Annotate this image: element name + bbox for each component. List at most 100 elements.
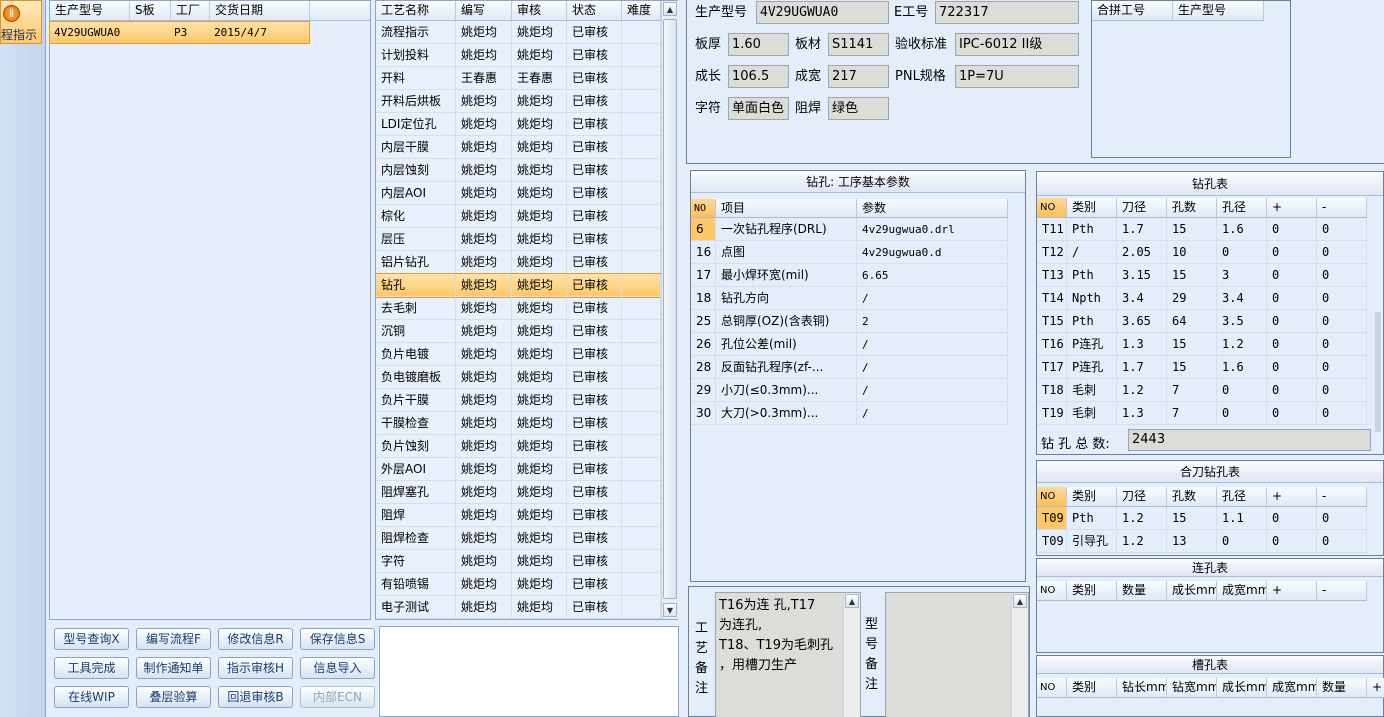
col-header[interactable]: - — [1317, 581, 1367, 600]
col-header[interactable]: 刀径 — [1117, 487, 1167, 506]
col-header[interactable]: 数量 — [1317, 678, 1367, 697]
table-row[interactable]: 4V29UGWUA0 P3 2015/4/7 — [49, 21, 310, 44]
table-row[interactable]: 负片蚀刻 姚炬均 姚炬均 已审核 — [376, 435, 661, 458]
table-row[interactable]: T18 毛刺 1.2 7 0 0 0 — [1037, 379, 1367, 402]
col-header[interactable]: 工厂 — [171, 1, 210, 20]
mask-field[interactable]: 绿色 — [828, 97, 889, 120]
col-header[interactable]: 孔径 — [1217, 487, 1267, 506]
table-row[interactable]: 开料 王春惠 王春惠 已审核 — [376, 67, 661, 90]
table-row[interactable]: 阻焊检查 姚炬均 姚炬均 已审核 — [376, 527, 661, 550]
note-scrollbar[interactable]: ▲ — [843, 593, 860, 717]
col-header[interactable]: NO — [691, 199, 716, 217]
action-button[interactable]: 信息导入 — [300, 657, 375, 679]
col-header[interactable]: NO — [1037, 678, 1067, 697]
drill-table-scrollbar[interactable] — [1375, 312, 1381, 432]
table-row[interactable]: 内层蚀刻 姚炬均 姚炬均 已审核 — [376, 159, 661, 182]
col-header[interactable]: 数量 — [1117, 581, 1167, 600]
col-header[interactable]: 类别 — [1067, 678, 1117, 697]
col-header[interactable]: 成长mm — [1217, 678, 1267, 697]
col-header[interactable]: NO — [1037, 198, 1067, 217]
message-box[interactable] — [379, 626, 679, 717]
table-row[interactable]: T14 Npth 3.4 29 3.4 0 0 — [1037, 287, 1367, 310]
action-button[interactable]: 修改信息R — [218, 628, 293, 650]
action-button[interactable]: 回退审核B — [218, 686, 293, 708]
table-row[interactable]: 层压 姚炬均 姚炬均 已审核 — [376, 228, 661, 251]
col-header[interactable]: 钻宽mm — [1167, 678, 1217, 697]
table-row[interactable]: 28 反面钻孔程序(zf-... / — [691, 356, 1008, 379]
col-header[interactable]: + — [1267, 487, 1317, 506]
pnl-field[interactable]: 1P=7U — [955, 65, 1079, 88]
model-note-field[interactable]: ▲ — [885, 592, 1029, 717]
table-row[interactable]: 25 总铜厚(OZ)(含表铜) 2 — [691, 310, 1008, 333]
col-header[interactable]: NO — [1037, 581, 1067, 600]
table-row[interactable]: 外层AOI 姚炬均 姚炬均 已审核 — [376, 458, 661, 481]
action-button[interactable]: 指示审核H — [218, 657, 293, 679]
char-field[interactable]: 单面白色 — [728, 97, 789, 120]
standard-field[interactable]: IPC-6012 II级 — [955, 33, 1079, 56]
col-header[interactable]: 难度 — [622, 1, 661, 20]
col-header[interactable]: 合拼工号 — [1092, 1, 1173, 20]
table-row[interactable]: T09 引导孔 1.2 13 0 0 0 — [1037, 530, 1367, 553]
col-header[interactable]: 编写 — [456, 1, 512, 20]
table-row[interactable]: T16 P连孔 1.3 15 1.2 0 0 — [1037, 333, 1367, 356]
length-field[interactable]: 106.5 — [728, 65, 789, 88]
table-row[interactable]: 铝片钻孔 姚炬均 姚炬均 已审核 — [376, 251, 661, 274]
table-row[interactable]: 干膜检查 姚炬均 姚炬均 已审核 — [376, 412, 661, 435]
table-row[interactable]: 电子测试 姚炬均 姚炬均 已审核 — [376, 596, 661, 619]
action-button[interactable]: 编写流程F — [136, 628, 211, 650]
col-header[interactable]: S板 — [130, 1, 171, 20]
drill-total-field[interactable]: 2443 — [1128, 429, 1371, 451]
col-header[interactable]: 生产型号 — [1173, 1, 1264, 20]
col-header[interactable]: 审核 — [512, 1, 567, 20]
col-header[interactable]: 成宽mm — [1217, 581, 1267, 600]
col-header[interactable]: 参数 — [857, 199, 1008, 217]
table-row[interactable]: 沉铜 姚炬均 姚炬均 已审核 — [376, 320, 661, 343]
model-field[interactable]: 4V29UGWUA0 — [756, 1, 889, 24]
scroll-up-icon[interactable]: ▲ — [1013, 594, 1027, 608]
col-header[interactable]: + — [1367, 678, 1384, 697]
table-row[interactable]: 棕化 姚炬均 姚炬均 已审核 — [376, 205, 661, 228]
table-row[interactable]: 负片电镀 姚炬均 姚炬均 已审核 — [376, 343, 661, 366]
table-row[interactable]: 30 大刀(>0.3mm)... / — [691, 402, 1008, 425]
table-row[interactable]: T09 Pth 1.2 15 1.1 0 0 — [1037, 507, 1367, 530]
col-header[interactable]: 类别 — [1067, 198, 1117, 217]
col-header[interactable]: + — [1267, 198, 1317, 217]
col-header[interactable]: 刀径 — [1117, 198, 1167, 217]
table-row[interactable]: 内层AOI 姚炬均 姚炬均 已审核 — [376, 182, 661, 205]
action-button[interactable]: 型号查询X — [54, 628, 129, 650]
action-button[interactable]: 叠层验算 — [136, 686, 211, 708]
col-header[interactable]: 类别 — [1067, 581, 1117, 600]
table-row[interactable]: T12/2.05 10 0 0 0 — [1037, 241, 1367, 264]
table-row[interactable]: 负电镀磨板 姚炬均 姚炬均 已审核 — [376, 366, 661, 389]
col-header[interactable]: NO — [1037, 487, 1067, 506]
col-header[interactable]: 孔径 — [1217, 198, 1267, 217]
table-row[interactable]: 钻孔 姚炬均 姚炬均 已审核 — [376, 273, 661, 298]
table-row[interactable]: T17 P连孔 1.7 15 1.6 0 0 — [1037, 356, 1367, 379]
table-row[interactable]: 字符 姚炬均 姚炬均 已审核 — [376, 550, 661, 573]
thickness-field[interactable]: 1.60 — [728, 33, 789, 56]
table-row[interactable]: T13 Pth 3.15 15 3 0 0 — [1037, 264, 1367, 287]
scroll-up-icon[interactable]: ▲ — [845, 594, 859, 608]
table-row[interactable]: 负片干膜 姚炬均 姚炬均 已审核 — [376, 389, 661, 412]
process-note-field[interactable]: T16为连 孔,T17 为连孔, T18、T19为毛刺孔 ，用槽刀生产 ▲ — [715, 592, 861, 717]
scroll-up-icon[interactable]: ▲ — [663, 2, 677, 16]
col-header[interactable]: 钻长mm — [1117, 678, 1167, 697]
action-button[interactable]: 保存信息S — [300, 628, 375, 650]
col-header[interactable]: 状态 — [567, 1, 622, 20]
col-header[interactable]: 项目 — [716, 199, 857, 217]
table-row[interactable]: 流程指示 姚炬均 姚炬均 已审核 — [376, 21, 661, 44]
table-row[interactable]: T15 Pth 3.65 64 3.5 0 0 — [1037, 310, 1367, 333]
width-field[interactable]: 217 — [828, 65, 889, 88]
table-row[interactable]: LDI定位孔 姚炬均 姚炬均 已审核 — [376, 113, 661, 136]
table-row[interactable]: 阻焊塞孔 姚炬均 姚炬均 已审核 — [376, 481, 661, 504]
action-button[interactable]: 工具完成 — [54, 657, 129, 679]
note-scrollbar[interactable]: ▲ — [1011, 593, 1028, 717]
table-row[interactable]: T19 毛刺 1.3 7 0 0 0 — [1037, 402, 1367, 425]
scroll-thumb[interactable] — [663, 19, 677, 599]
table-row[interactable]: 26 孔位公差(mil) / — [691, 333, 1008, 356]
table-row[interactable]: 计划投料 姚炬均 姚炬均 已审核 — [376, 44, 661, 67]
table-row[interactable]: 阻焊 姚炬均 姚炬均 已审核 — [376, 504, 661, 527]
col-header[interactable]: 类别 — [1067, 487, 1117, 506]
table-row[interactable]: 去毛刺 姚炬均 姚炬均 已审核 — [376, 297, 661, 320]
process-scrollbar[interactable]: ▲ ▼ — [661, 1, 678, 619]
